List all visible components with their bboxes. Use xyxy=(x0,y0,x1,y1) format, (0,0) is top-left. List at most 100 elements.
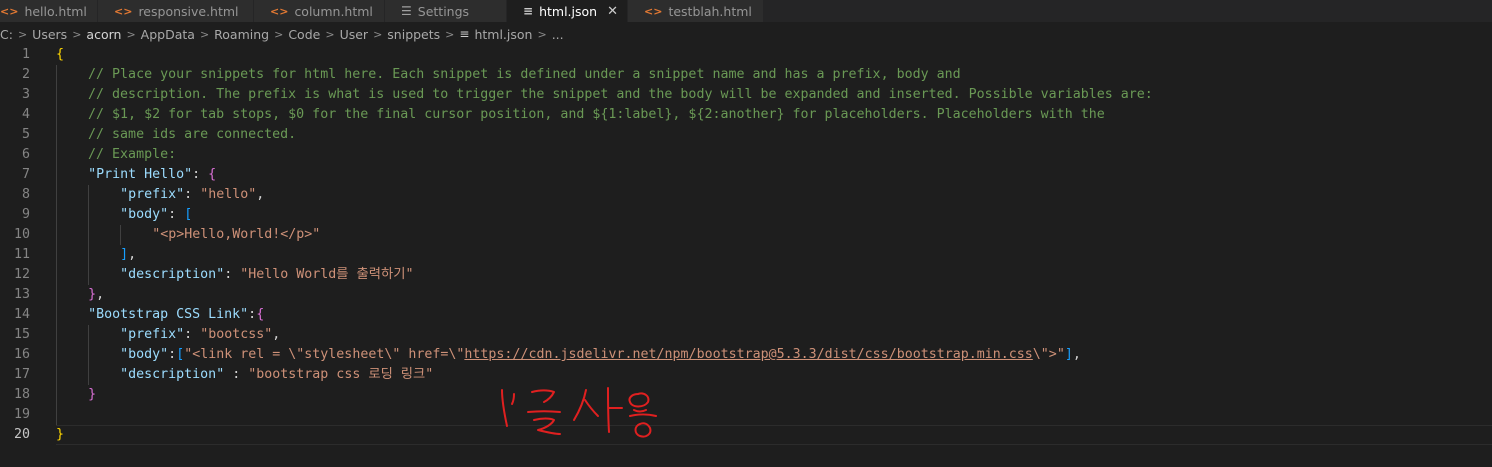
code-line[interactable]: 3 // description. The prefix is what is … xyxy=(0,85,1492,105)
code-text[interactable]: ], xyxy=(56,245,136,265)
code-line[interactable]: 8 "prefix": "hello", xyxy=(0,185,1492,205)
breadcrumb-item[interactable]: Users xyxy=(32,27,67,42)
code-text[interactable]: "body":["<link rel = \"stylesheet\" href… xyxy=(56,345,1081,365)
line-number: 20 xyxy=(13,427,30,442)
code-line[interactable]: 7 "Print Hello": { xyxy=(0,165,1492,185)
close-icon[interactable]: ✕ xyxy=(607,4,618,19)
code-line[interactable]: 16 "body":["<link rel = \"stylesheet\" h… xyxy=(0,345,1492,365)
line-number: 4 xyxy=(21,107,30,122)
line-number: 16 xyxy=(13,347,30,362)
code-line[interactable]: 17 "description" : "bootstrap css 로딩 링크" xyxy=(0,365,1492,385)
chevron-right-icon: > xyxy=(537,27,547,41)
code-text[interactable]: // $1, $2 for tab stops, $0 for the fina… xyxy=(56,105,1105,125)
breadcrumb-item[interactable]: C: xyxy=(0,27,13,42)
code-text[interactable]: "Bootstrap CSS Link":{ xyxy=(56,305,264,325)
line-number: 14 xyxy=(13,307,30,322)
code-text[interactable]: "prefix": "hello", xyxy=(56,185,264,205)
code-text[interactable]: "body": [ xyxy=(56,205,192,225)
chevron-right-icon: > xyxy=(72,27,82,41)
code-text[interactable]: "prefix": "bootcss", xyxy=(56,325,280,345)
code-line[interactable]: 2 // Place your snippets for html here. … xyxy=(0,65,1492,85)
tab-responsive-html[interactable]: <> responsive.html xyxy=(98,0,254,22)
tab-label: Settings xyxy=(417,3,470,19)
code-line[interactable]: 11 ], xyxy=(0,245,1492,265)
breadcrumb-item[interactable]: User xyxy=(340,27,369,42)
json-icon: ≡ xyxy=(523,4,534,18)
tab-html-json[interactable]: ≡ html.json ✕ xyxy=(507,0,628,22)
tab-hello-html[interactable]: <> hello.html xyxy=(0,0,98,22)
html-icon: <> xyxy=(114,4,133,18)
html-icon: <> xyxy=(644,4,663,18)
code-text[interactable]: // Example: xyxy=(56,145,176,165)
code-line[interactable]: 10 "<p>Hello,World!</p>" xyxy=(0,225,1492,245)
code-text[interactable]: }, xyxy=(56,285,104,305)
code-text[interactable]: } xyxy=(56,425,64,445)
code-text[interactable]: "description": "Hello World를 출력하기" xyxy=(56,265,413,285)
breadcrumb-item[interactable]: Code xyxy=(288,27,320,42)
tab-label: html.json xyxy=(539,3,598,19)
tab-label: testblah.html xyxy=(668,3,752,19)
line-number: 8 xyxy=(21,187,30,202)
chevron-right-icon: > xyxy=(373,27,383,41)
breadcrumb: C: > Users > acorn > AppData > Roaming >… xyxy=(0,22,1492,46)
line-number: 1 xyxy=(21,47,30,62)
code-text[interactable]: // same ids are connected. xyxy=(56,125,296,145)
code-line[interactable]: 18 } xyxy=(0,385,1492,405)
tab-column-html[interactable]: <> column.html xyxy=(254,0,385,22)
line-number: 2 xyxy=(21,67,30,82)
code-text[interactable]: { xyxy=(56,45,64,65)
code-text[interactable]: "<p>Hello,World!</p>" xyxy=(56,225,320,245)
code-text[interactable]: // description. The prefix is what is us… xyxy=(56,85,1153,105)
chevron-right-icon: > xyxy=(325,27,335,41)
breadcrumb-item[interactable]: snippets xyxy=(387,27,440,42)
code-editor[interactable]: 1{2 // Place your snippets for html here… xyxy=(0,45,1492,450)
code-text[interactable]: // Place your snippets for html here. Ea… xyxy=(56,65,961,85)
code-line[interactable]: 9 "body": [ xyxy=(0,205,1492,225)
line-number: 9 xyxy=(21,207,30,222)
tab-label: column.html xyxy=(294,3,373,19)
code-line[interactable]: 19 xyxy=(0,405,1492,425)
code-text[interactable]: } xyxy=(56,385,96,405)
code-line[interactable]: 4 // $1, $2 for tab stops, $0 for the fi… xyxy=(0,105,1492,125)
chevron-right-icon: > xyxy=(126,27,136,41)
line-number: 7 xyxy=(21,167,30,182)
code-text[interactable]: "description" : "bootstrap css 로딩 링크" xyxy=(56,365,433,385)
code-line[interactable]: 15 "prefix": "bootcss", xyxy=(0,325,1492,345)
line-number: 13 xyxy=(13,287,30,302)
line-number: 15 xyxy=(13,327,30,342)
tab-label: hello.html xyxy=(24,3,87,19)
line-number: 5 xyxy=(21,127,30,142)
code-line[interactable]: 14 "Bootstrap CSS Link":{ xyxy=(0,305,1492,325)
line-number: 19 xyxy=(13,407,30,422)
breadcrumb-item[interactable]: AppData xyxy=(141,27,195,42)
tab-testblah-html[interactable]: <> testblah.html xyxy=(628,0,764,22)
settings-icon: ☰ xyxy=(401,4,412,18)
code-line[interactable]: 20} xyxy=(0,425,1492,445)
line-number: 6 xyxy=(21,147,30,162)
tab-label: responsive.html xyxy=(138,3,239,19)
handwritten-annotation xyxy=(501,387,657,438)
chevron-right-icon: > xyxy=(17,27,28,41)
breadcrumb-item[interactable]: html.json xyxy=(474,27,532,42)
tab-settings[interactable]: ☰ Settings xyxy=(385,0,507,22)
line-number: 3 xyxy=(21,87,30,102)
line-number: 10 xyxy=(13,227,30,242)
line-number: 11 xyxy=(13,247,30,262)
editor-tab-bar: <> hello.html <> responsive.html <> colu… xyxy=(0,0,1492,22)
chevron-right-icon: > xyxy=(199,27,210,41)
code-line[interactable]: 1{ xyxy=(0,45,1492,65)
chevron-right-icon: > xyxy=(445,27,455,41)
tab-bar-empty-space xyxy=(764,0,1492,22)
breadcrumb-item[interactable]: Roaming xyxy=(214,27,269,42)
code-line[interactable]: 12 "description": "Hello World를 출력하기" xyxy=(0,265,1492,285)
breadcrumb-item[interactable]: ... xyxy=(552,27,564,42)
indent-guide xyxy=(56,405,57,425)
code-line[interactable]: 6 // Example: xyxy=(0,145,1492,165)
breadcrumb-item[interactable]: acorn xyxy=(86,27,121,42)
html-icon: <> xyxy=(0,4,19,18)
code-text[interactable]: "Print Hello": { xyxy=(56,165,216,185)
line-number: 17 xyxy=(13,367,30,382)
code-line[interactable]: 13 }, xyxy=(0,285,1492,305)
chevron-right-icon: > xyxy=(274,27,284,41)
code-line[interactable]: 5 // same ids are connected. xyxy=(0,125,1492,145)
